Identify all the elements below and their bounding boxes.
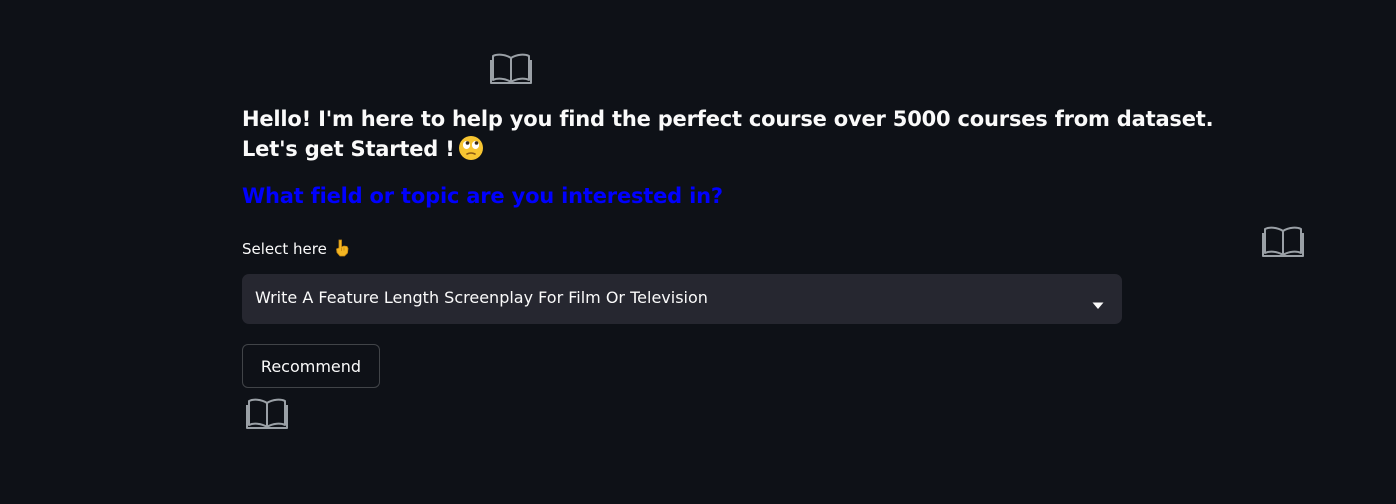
recommend-button[interactable]: Recommend (242, 344, 380, 388)
eyes-rolling-face-icon (458, 135, 484, 161)
chevron-down-icon[interactable] (1092, 295, 1104, 309)
topic-question: What field or topic are you interested i… (242, 184, 723, 208)
topic-select[interactable]: Write A Feature Length Screenplay For Fi… (242, 274, 1122, 324)
topic-select-value: Write A Feature Length Screenplay For Fi… (255, 288, 708, 307)
greeting-heading: Hello! I'm here to help you find the per… (242, 104, 1214, 164)
greeting-line-2: Let's get Started ! (242, 134, 1142, 164)
greeting-line-1: Hello! I'm here to help you find the per… (242, 107, 1214, 131)
open-book-icon (1261, 225, 1305, 259)
open-book-icon (489, 52, 533, 86)
greeting-line-2-text: Let's get Started ! (242, 137, 455, 161)
open-book-icon (245, 397, 289, 431)
pointing-down-hand-icon (332, 238, 352, 258)
select-label-text: Select here (242, 240, 327, 258)
select-label: Select here (242, 238, 352, 258)
